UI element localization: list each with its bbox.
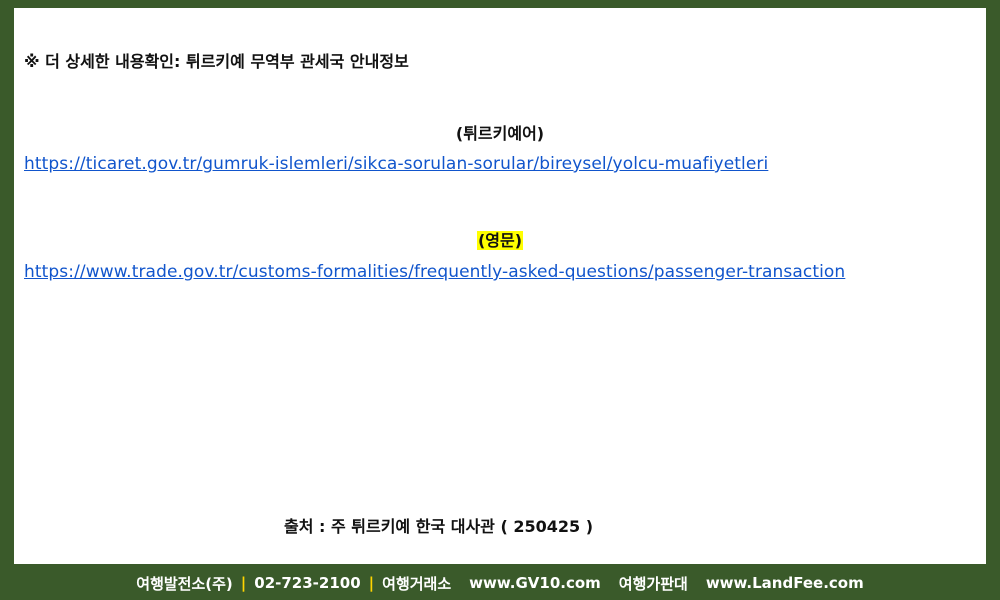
footer-separator: | — [368, 574, 375, 592]
footer-separator: | — [240, 574, 247, 592]
link-turkish-customs[interactable]: https://ticaret.gov.tr/gumruk-islemleri/… — [24, 154, 768, 174]
footer-bar: 여행발전소(주) | 02-723-2100 | 여행거래소 www.GV10.… — [0, 566, 1000, 600]
heading-turkish: (튀르키예어) — [0, 120, 1000, 144]
footer-link-landfee[interactable]: www.LandFee.com — [706, 574, 864, 592]
footer-company: 여행발전소(주) — [136, 574, 233, 593]
footer-phone: 02-723-2100 — [254, 574, 361, 592]
footer-label-stand: 여행가판대 — [618, 574, 688, 593]
heading-turkish-label: (튀르키예어) — [455, 124, 545, 143]
content-panel: ※ 더 상세한 내용확인: 튀르키예 무역부 관세국 안내정보 (튀르키예어) … — [14, 8, 986, 564]
heading-english: (영문) — [0, 227, 1000, 251]
link-english-customs[interactable]: https://www.trade.gov.tr/customs-formali… — [24, 262, 845, 282]
notice-text: ※ 더 상세한 내용확인: 튀르키예 무역부 관세국 안내정보 — [24, 52, 409, 71]
heading-english-label: (영문) — [476, 231, 524, 250]
source-citation: 출처 : 주 튀르키예 한국 대사관 ( 250425 ) — [284, 517, 594, 536]
footer-label-exchange: 여행거래소 — [382, 574, 452, 593]
footer-link-gv10[interactable]: www.GV10.com — [469, 574, 601, 592]
